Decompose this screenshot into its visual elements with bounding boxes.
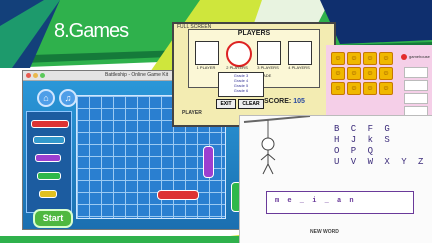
players-screenshot: FULL SCREEN PLAYERS 1 PLAYER 2 PLAYERS 3…: [172, 22, 336, 127]
placed-ship-red[interactable]: [157, 190, 199, 200]
player-option-label-4: 4 PLAYERS: [288, 65, 310, 70]
player-option-4[interactable]: [288, 41, 312, 65]
fleet-ship-battleship[interactable]: [33, 136, 65, 144]
grade-item[interactable]: Grade 6: [219, 88, 263, 93]
slide-title: 8.Games: [54, 20, 129, 42]
player-option-1[interactable]: [195, 41, 219, 65]
word-box: m e _ i _ a n: [266, 191, 414, 214]
gamehouse-logo-icon: [401, 54, 407, 60]
window-title: Battleship - Online Game Kit: [105, 72, 169, 78]
letter-row[interactable]: B C F G: [334, 124, 432, 135]
player-option-2[interactable]: [226, 41, 252, 67]
player-option-label-2: 2 PLAYERS: [226, 65, 248, 70]
emoji-tile[interactable]: ☺: [331, 67, 345, 80]
emoji-tile[interactable]: ☺: [379, 82, 393, 95]
hidden-word: m e _ i _ a n: [275, 197, 356, 205]
score-display: SCORE: 105: [264, 98, 305, 105]
players-title: PLAYERS: [237, 30, 271, 37]
answer-slot: [404, 93, 428, 104]
player-label: PLAYER: [182, 110, 202, 116]
emoji-tile[interactable]: ☺: [379, 52, 393, 65]
letter-row[interactable]: H J k S: [334, 135, 432, 146]
emoji-tile[interactable]: ☺: [331, 52, 345, 65]
player-option-3[interactable]: [257, 41, 281, 65]
hangman-figure-icon: [243, 116, 311, 175]
fleet-panel: [26, 111, 72, 213]
letter-row[interactable]: O P Q: [334, 146, 432, 157]
hangman-screenshot: B C F G H J k S O P Q U V W X Y Z m e _ …: [239, 115, 432, 243]
maximize-dot[interactable]: [40, 73, 45, 78]
emoji-tile[interactable]: ☺: [363, 52, 377, 65]
score-value: 105: [293, 98, 305, 105]
fleet-ship-destroyer[interactable]: [39, 190, 57, 198]
emoji-tile[interactable]: ☺: [363, 67, 377, 80]
new-word-button[interactable]: NEW WORD: [310, 229, 339, 235]
close-dot[interactable]: [26, 73, 31, 78]
emoji-tile[interactable]: ☺: [347, 52, 361, 65]
emoji-tile[interactable]: ☺: [363, 82, 377, 95]
placed-ship-purple[interactable]: [203, 146, 214, 178]
presentation-slide: 8.Games Battleship - Online Game Kit ⌂ ♫: [0, 0, 432, 243]
home-icon[interactable]: ⌂: [37, 89, 55, 107]
emoji-tile[interactable]: ☺: [331, 82, 345, 95]
gamehouse-logo-text: gamehouse: [409, 54, 430, 59]
letter-row[interactable]: U V W X Y Z: [334, 157, 432, 168]
grade-list[interactable]: Grade 3 Grade 4 Grade 5 Grade 6: [218, 72, 264, 97]
letter-choices[interactable]: B C F G H J k S O P Q U V W X Y Z: [334, 124, 432, 168]
emoji-tile[interactable]: ☺: [347, 82, 361, 95]
answer-slot: [404, 80, 428, 91]
clear-button[interactable]: CLEAR: [238, 99, 264, 109]
score-label: SCORE:: [264, 98, 292, 105]
fleet-ship-cruiser[interactable]: [35, 154, 61, 162]
fleet-ship-submarine[interactable]: [37, 172, 61, 180]
sound-icon[interactable]: ♫: [59, 89, 77, 107]
exit-button[interactable]: EXIT: [216, 99, 236, 109]
player-option-label-1: 1 PLAYER: [196, 65, 216, 70]
minimize-dot[interactable]: [33, 73, 38, 78]
emoji-tile[interactable]: ☺: [347, 67, 361, 80]
start-button[interactable]: Start: [33, 209, 73, 228]
emoji-tile[interactable]: ☺: [379, 67, 393, 80]
answer-slot: [404, 67, 428, 78]
fleet-ship-carrier[interactable]: [31, 120, 69, 128]
player-option-label-3: 3 PLAYERS: [257, 65, 279, 70]
